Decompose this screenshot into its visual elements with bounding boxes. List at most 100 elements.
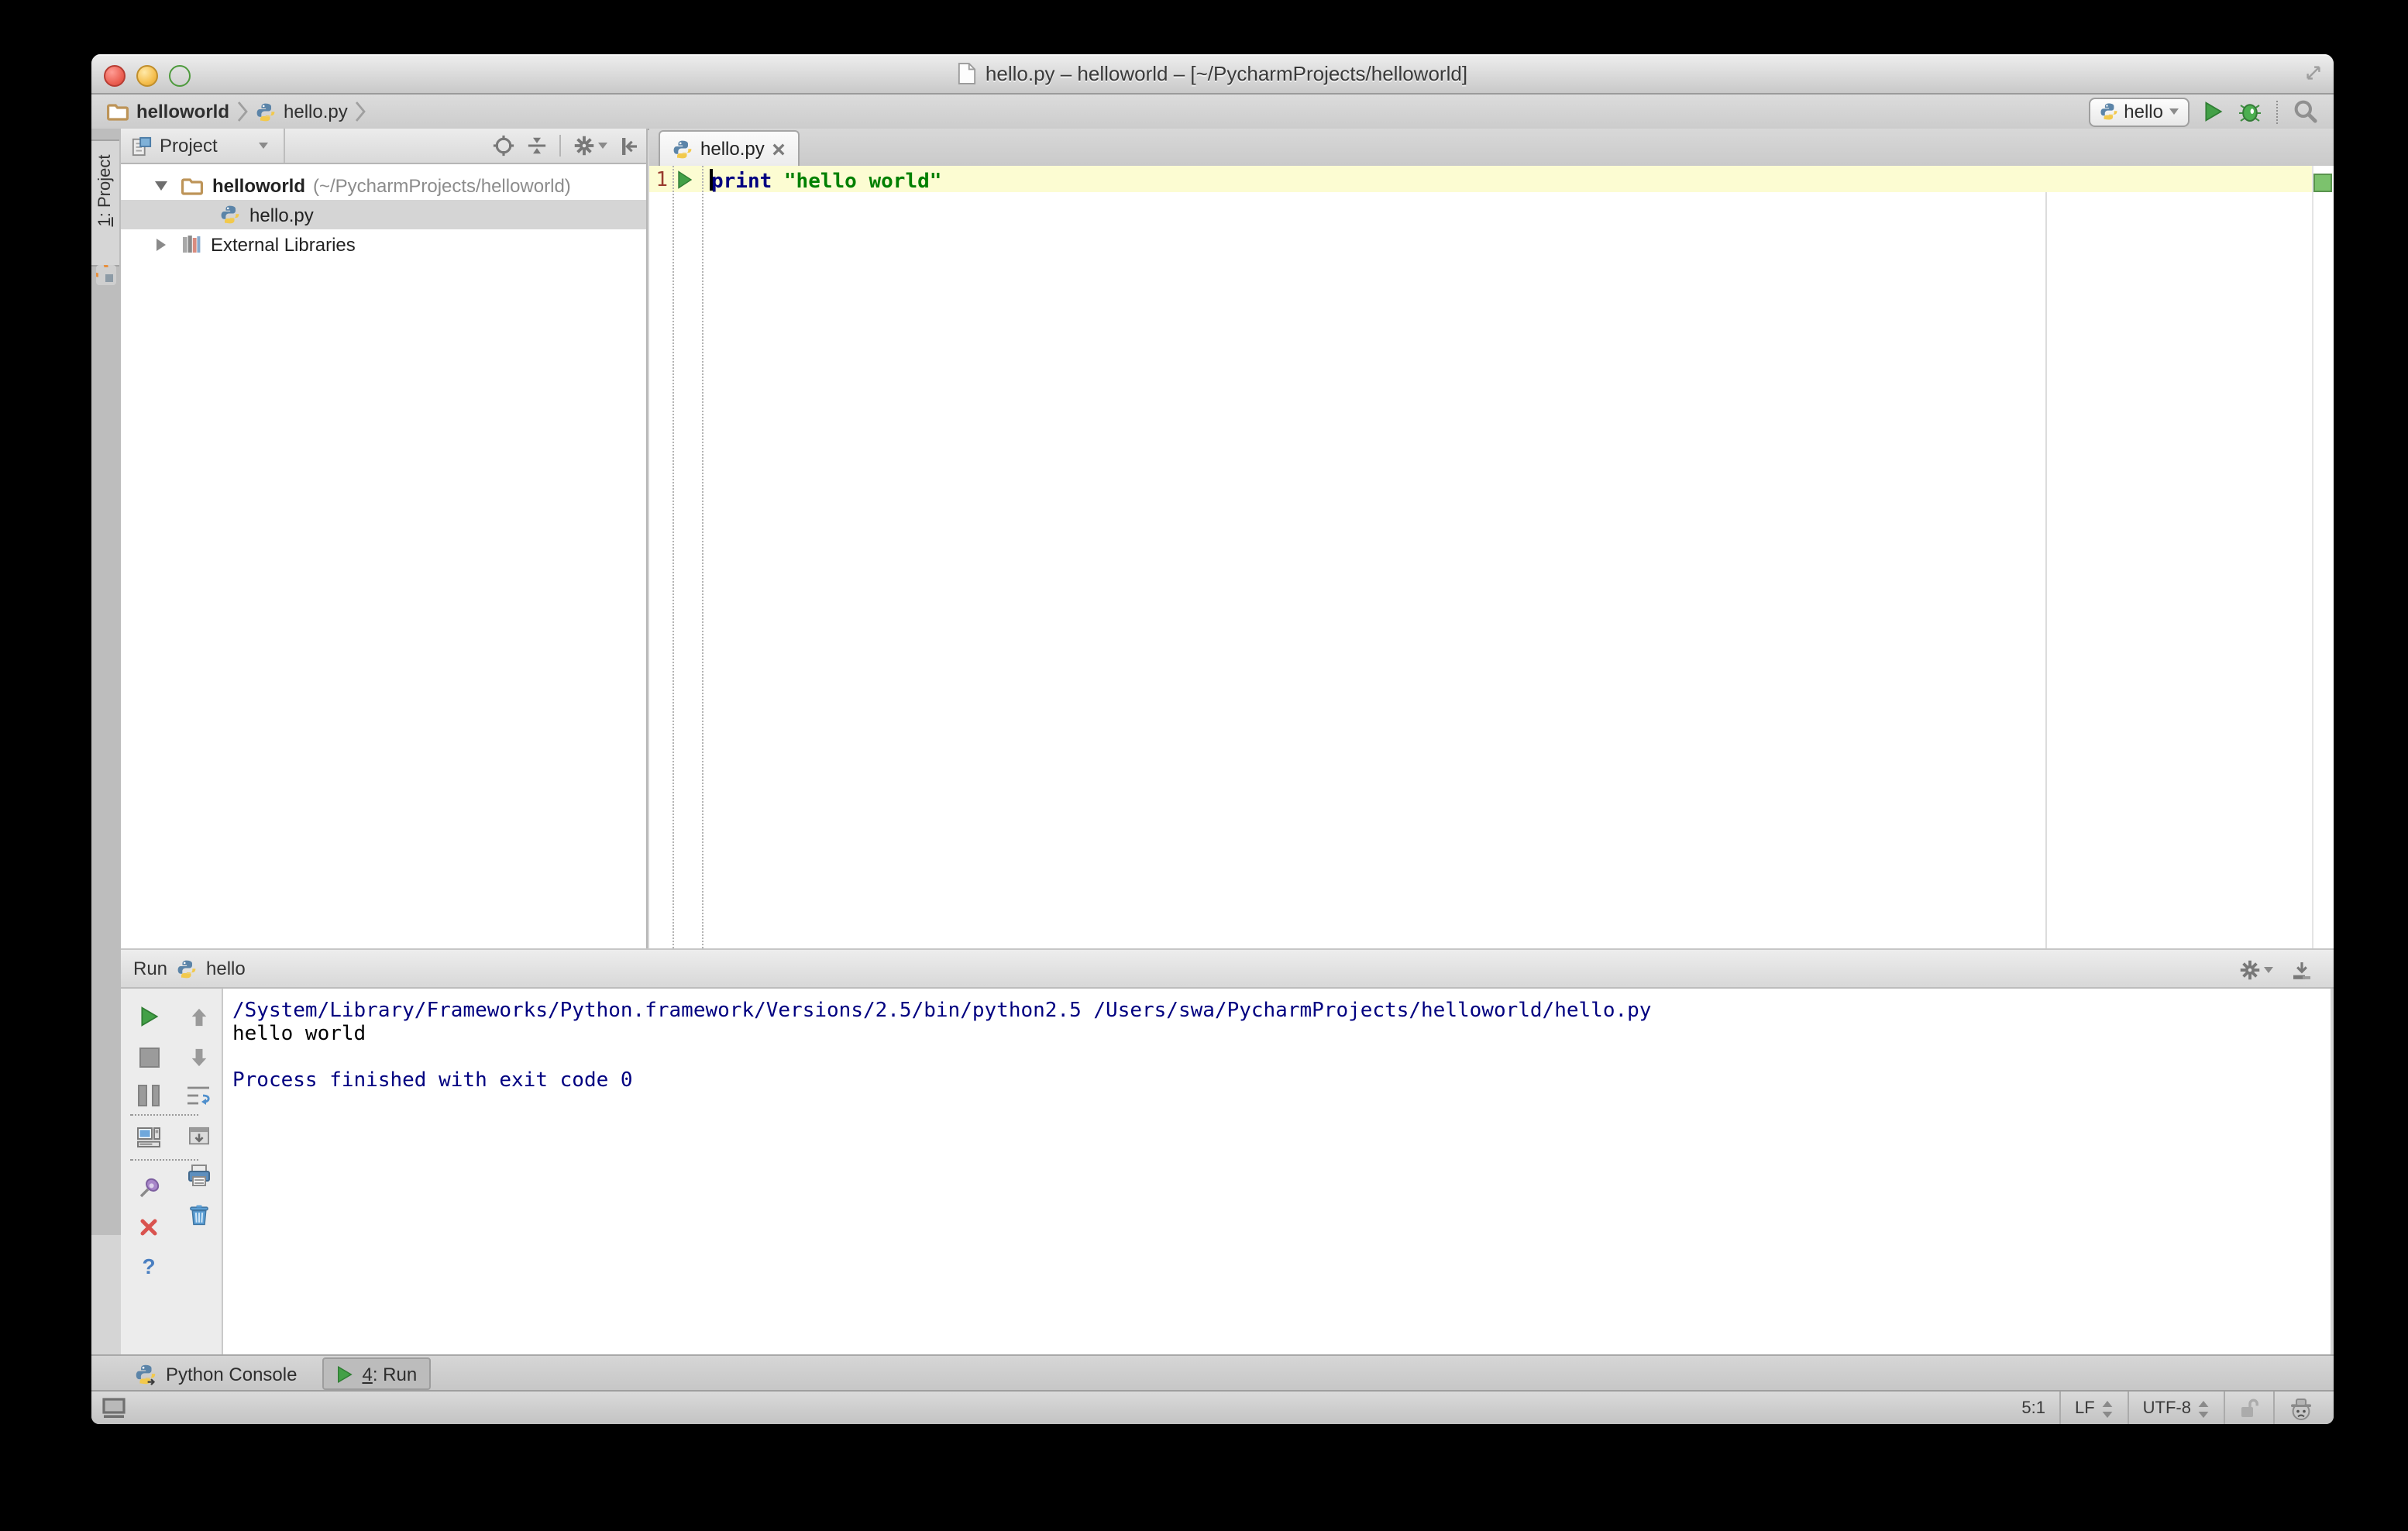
project-view-select[interactable]: Project [121, 129, 285, 163]
inspection-status-ok-square[interactable] [2313, 174, 2332, 192]
console-line: /System/Library/Frameworks/Python.framew… [232, 999, 1652, 1023]
left-tool-stripe: 1: Project [91, 129, 122, 1235]
console-line: hello world [232, 1023, 366, 1046]
chevron-down-icon [2169, 108, 2179, 115]
tree-row-hello-py[interactable]: hello.py [121, 200, 646, 229]
hide-panel-down-button[interactable] [2292, 960, 2312, 980]
document-icon [958, 62, 976, 85]
soft-wrap-button[interactable] [186, 1083, 211, 1108]
console-output[interactable]: /System/Library/Frameworks/Python.framew… [223, 989, 2331, 1354]
run-tool-window: Run hello ? /System/Library/Frameworks/P… [121, 948, 2334, 1354]
search-everywhere-button[interactable] [2293, 99, 2318, 124]
run-line-gutter-icon[interactable] [677, 170, 693, 189]
title-bar[interactable]: hello.py – helloworld – [~/PycharmProjec… [91, 54, 2334, 95]
right-margin-guide [2045, 166, 2047, 948]
toolbar-separator [130, 1159, 198, 1161]
collapse-arrow-icon[interactable] [157, 238, 166, 250]
folder-icon [107, 102, 129, 121]
code-keyword: print [711, 170, 772, 194]
screenshot-stage: hello.py – helloworld – [~/PycharmProjec… [0, 0, 2408, 1531]
hide-panel-button[interactable] [620, 136, 638, 156]
run-settings-button[interactable] [2239, 959, 2273, 981]
inspection-profile-widget[interactable] [2273, 1392, 2327, 1424]
run-console-toolbar: ? [121, 989, 223, 1354]
debug-bug-button[interactable] [2238, 100, 2262, 123]
print-button[interactable] [186, 1162, 211, 1187]
line-ending-widget[interactable]: LF [2059, 1392, 2128, 1424]
code-line-1: print "hello world" [710, 169, 941, 194]
show-console-layout-button[interactable] [136, 1125, 161, 1150]
project-stripe-label: 1: Project [96, 154, 115, 227]
line-number: 1 [655, 169, 668, 192]
toolwindow-bar: Python Console 4: Run [91, 1354, 2334, 1392]
folder-icon [181, 176, 203, 194]
breadcrumb-item-hello-py[interactable]: hello.py [284, 101, 348, 122]
chevron-down-icon [2264, 967, 2273, 973]
toolbar-separator [130, 1114, 198, 1116]
status-bar: 5:1 LF UTF-8 [91, 1390, 2334, 1424]
chevron-down-icon [598, 143, 607, 149]
up-stack-trace-button[interactable] [186, 1004, 211, 1029]
close-tab-icon[interactable] [772, 142, 786, 156]
updown-icon [2102, 1400, 2113, 1417]
python-file-icon [256, 101, 276, 122]
encoding-widget[interactable]: UTF-8 [2127, 1392, 2224, 1424]
caret-position-widget[interactable]: 5:1 [2007, 1392, 2059, 1424]
gutter-separator [673, 166, 674, 948]
readonly-lock-widget[interactable] [2224, 1392, 2273, 1424]
pause-output-button[interactable] [136, 1083, 161, 1108]
python-file-icon [673, 139, 693, 159]
project-view-label: Project [160, 135, 218, 157]
python-console-icon [135, 1363, 157, 1385]
breadcrumb-item-helloworld[interactable]: helloworld [136, 101, 229, 122]
tree-row-helloworld[interactable]: helloworld (~/PycharmProjects/helloworld… [121, 170, 646, 200]
python-console-tab-label: Python Console [166, 1363, 298, 1385]
project-view-icon [132, 136, 152, 156]
python-console-tab[interactable]: Python Console [122, 1357, 309, 1390]
rerun-button[interactable] [136, 1004, 161, 1029]
tree-row-external-libraries[interactable]: External Libraries [121, 229, 646, 259]
toolwindow-toggle-icon[interactable] [102, 1398, 126, 1418]
navigation-bar: helloworld hello.py hello [91, 95, 2334, 130]
scroll-from-source-button[interactable] [493, 135, 514, 157]
fullscreen-arrows-icon[interactable] [2304, 64, 2323, 82]
close-console-button[interactable] [136, 1215, 161, 1240]
clear-all-button[interactable] [186, 1202, 211, 1227]
run-panel-header[interactable]: Run hello [121, 948, 2334, 989]
project-settings-button[interactable] [573, 135, 607, 157]
tree-path: (~/PycharmProjects/helloworld) [313, 174, 571, 196]
editor-tab-bar: hello.py [649, 129, 2334, 167]
project-panel: Project helloworld (~/PycharmProjects/he… [121, 129, 648, 948]
down-stack-trace-button[interactable] [186, 1044, 211, 1069]
run-config-name: hello [206, 958, 246, 979]
run-configuration-select[interactable]: hello [2088, 97, 2190, 126]
editor-tab-hello-py[interactable]: hello.py [659, 130, 800, 166]
scroll-to-end-button[interactable] [186, 1123, 211, 1148]
gutter-separator [702, 166, 703, 948]
help-button[interactable]: ? [136, 1254, 161, 1278]
project-tool-icon[interactable] [96, 265, 116, 285]
project-panel-header: Project [121, 129, 646, 164]
console-line: Process finished with exit code 0 [232, 1069, 633, 1092]
pin-tab-button[interactable] [136, 1175, 161, 1199]
collapse-all-button[interactable] [527, 135, 547, 157]
updown-icon [2198, 1400, 2209, 1417]
error-stripe[interactable] [2312, 166, 2334, 948]
run-tab[interactable]: 4: Run [322, 1357, 432, 1390]
project-stripe-tab[interactable]: 1: Project [91, 139, 119, 267]
chevron-right-icon [356, 101, 366, 122]
toolbar-separator [2276, 100, 2279, 123]
run-button[interactable] [2203, 101, 2224, 122]
expand-arrow-icon[interactable] [155, 181, 167, 190]
library-icon [181, 234, 201, 254]
unlock-icon [2241, 1399, 2258, 1417]
pycharm-window: hello.py – helloworld – [~/PycharmProjec… [91, 54, 2334, 1424]
code-string: "hello world" [783, 170, 942, 194]
toolbar-separator [559, 135, 561, 157]
stop-button[interactable] [136, 1044, 161, 1069]
editor-area: hello.py 1 print "hello world" [649, 129, 2334, 948]
tree-label: hello.py [249, 204, 314, 225]
tree-label: helloworld [212, 174, 305, 196]
editor-content[interactable]: 1 print "hello world" [649, 166, 2334, 948]
